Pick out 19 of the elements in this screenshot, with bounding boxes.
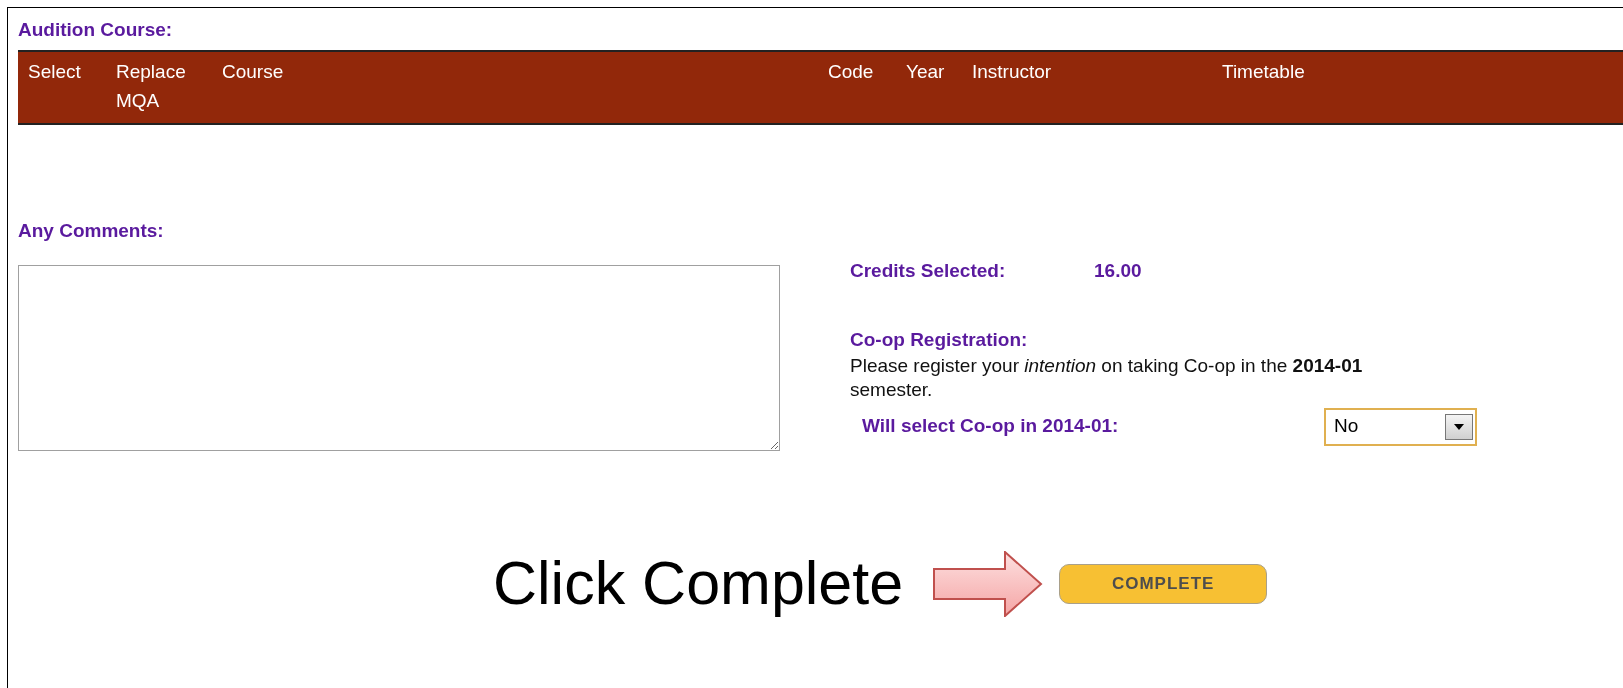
column-header: Replace MQA [116,61,186,111]
column-header: Select [28,61,81,82]
arrow-icon [933,550,1044,617]
column-header: Year [906,61,945,82]
column-header: Code [828,61,874,82]
credits-label: Credits Selected: [850,259,1007,283]
coop-note: Please register your intention on taking Co-op in the 2014-01 semester. [850,354,1364,402]
column-header: Instructor [972,61,1052,82]
complete-button[interactable]: COMPLETE [1059,563,1268,604]
section-title: Audition Course: [18,19,173,40]
coop-select[interactable]: No [1324,407,1477,446]
select-label: Will select Co-op in 2014-01: [862,414,1120,439]
dropdown-arrow-icon [1454,423,1464,430]
credits-value: 16.00 [1094,259,1143,283]
comments-field[interactable] [18,264,780,451]
comments-label: Any Comments: [18,219,165,243]
column-header: Timetable [1222,61,1305,82]
column-header: Course [222,61,284,82]
coop-title: Co-op Registration: [850,327,1029,352]
